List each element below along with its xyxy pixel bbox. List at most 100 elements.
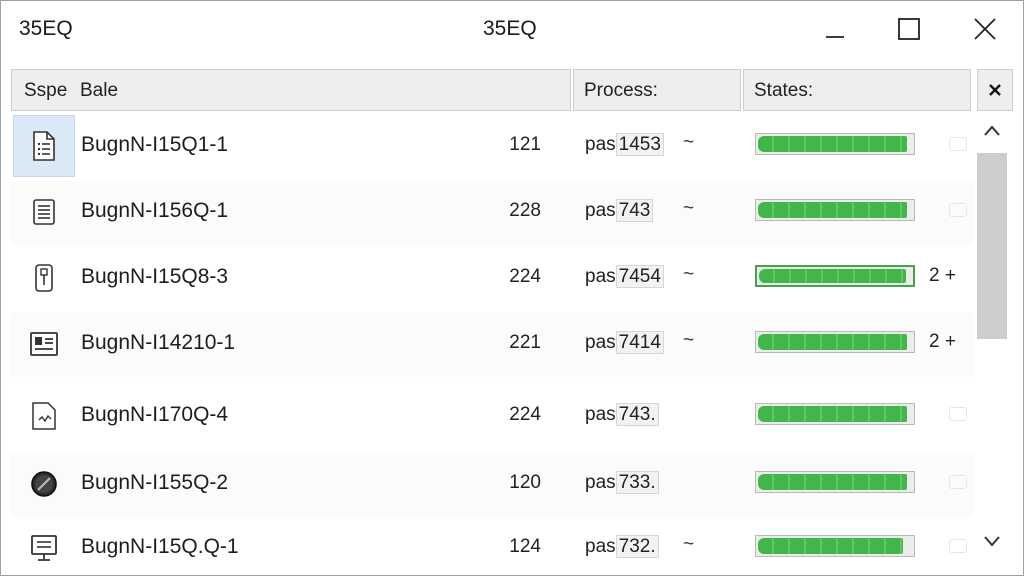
row-count: 228 (509, 200, 541, 221)
row-name: BugnN-I15Q8-3 (81, 265, 229, 288)
row-process-dropdown[interactable]: ~ (683, 330, 694, 352)
column-header-name[interactable]: Sspe Bale (11, 69, 571, 111)
center-title: 35EQ (483, 17, 537, 40)
app-window: 35EQ 35EQ Sspe Bale Process: States: Bug… (0, 0, 1024, 576)
list-row[interactable]: BugnN-I15Q8-3 224 pas 7454 ~ 2 + (11, 247, 973, 311)
list-row[interactable]: BugnN-I15Q.Q-1 124 pas 732. ~ (11, 517, 973, 575)
scroll-down-button[interactable] (975, 535, 1009, 559)
row-extra-count[interactable]: 2 + (929, 265, 956, 287)
progress-fill (758, 538, 903, 554)
row-process-dropdown[interactable]: ~ (683, 264, 694, 286)
monitor-app-icon (30, 332, 58, 356)
status-progress-bar (755, 331, 915, 353)
row-name: BugnN-I170Q-4 (81, 403, 229, 426)
row-process-value[interactable]: 1453 (615, 133, 664, 156)
row-icon-cell (13, 313, 75, 375)
status-progress-bar (755, 403, 915, 425)
row-process-value[interactable]: 7414 (615, 331, 664, 354)
row-process-prefix: pas (585, 266, 616, 287)
document-list-icon (33, 131, 55, 161)
title-bar[interactable]: 35EQ 35EQ (1, 1, 1023, 57)
row-process-dropdown[interactable]: ~ (683, 198, 694, 220)
row-count: 224 (509, 266, 541, 287)
row-process-value[interactable]: 732. (615, 535, 659, 558)
row-count: 224 (509, 404, 541, 425)
row-icon-cell (13, 247, 75, 309)
row-icon-cell (13, 115, 75, 177)
scrollbar-thumb[interactable] (977, 153, 1007, 339)
row-icon-cell (13, 181, 75, 243)
row-process-prefix: pas (585, 536, 616, 557)
column-header-states[interactable]: States: (743, 69, 971, 111)
scroll-up-button[interactable] (975, 123, 1009, 147)
row-name: BugnN-I15Q1-1 (81, 133, 229, 156)
list-header: Sspe Bale Process: States: (11, 69, 1015, 113)
minimize-icon (826, 36, 844, 38)
list-row[interactable]: BugnN-I156Q-1 228 pas 743 ~ (11, 181, 973, 245)
list-row[interactable]: BugnN-I155Q-2 120 pas 733. (11, 453, 973, 517)
document-lines-icon (33, 199, 55, 225)
row-icon-cell (13, 453, 75, 515)
column-header-type-label: Sspe (24, 80, 68, 101)
row-count: 124 (509, 536, 541, 557)
row-name: BugnN-I155Q-2 (81, 471, 229, 494)
row-name: BugnN-I15Q.Q-1 (81, 535, 239, 558)
row-name: BugnN-I156Q-1 (81, 199, 229, 222)
row-process: pas 7454 (585, 265, 664, 288)
row-count: 221 (509, 332, 541, 353)
row-count: 120 (509, 472, 541, 493)
disc-icon (31, 471, 57, 497)
progress-fill (758, 202, 908, 218)
chevron-down-icon (984, 536, 1000, 547)
progress-fill (758, 334, 908, 350)
header-close-button[interactable] (977, 69, 1013, 111)
row-extra-count[interactable]: 2 + (929, 331, 956, 353)
vertical-scrollbar[interactable] (975, 115, 1009, 573)
row-process-value[interactable]: 743 (615, 199, 654, 222)
row-process: pas 7414 (585, 331, 664, 354)
close-icon (989, 84, 1001, 96)
close-icon (974, 18, 996, 40)
comment-icon[interactable] (949, 203, 967, 217)
row-process-prefix: pas (585, 332, 616, 353)
comment-icon[interactable] (949, 539, 967, 553)
status-progress-bar (755, 133, 915, 155)
status-progress-bar (755, 199, 915, 221)
row-process: pas 732. (585, 535, 659, 558)
chevron-up-icon (984, 125, 1000, 136)
list-row[interactable]: BugnN-I14210-1 221 pas 7414 ~ 2 + (11, 313, 973, 377)
window-title: 35EQ (19, 17, 73, 40)
status-progress-bar (755, 471, 915, 493)
comment-icon[interactable] (949, 407, 967, 421)
row-process-prefix: pas (585, 200, 616, 221)
row-process: pas 743. (585, 403, 659, 426)
usb-drive-icon (35, 264, 53, 292)
maximize-button[interactable] (881, 7, 937, 51)
list-row[interactable]: BugnN-I15Q1-1 121 pas 1453 ~ (11, 115, 973, 179)
row-count: 121 (509, 134, 541, 155)
row-name: BugnN-I14210-1 (81, 331, 236, 354)
list-row[interactable]: BugnN-I170Q-4 224 pas 743. (11, 385, 973, 449)
row-process-value[interactable]: 743. (615, 403, 659, 426)
row-process-value[interactable]: 7454 (615, 265, 664, 288)
maximize-icon (898, 18, 920, 40)
row-process-dropdown[interactable]: ~ (683, 534, 694, 556)
status-progress-bar (755, 265, 915, 287)
comment-icon[interactable] (949, 475, 967, 489)
process-list: BugnN-I15Q1-1 121 pas 1453 ~ BugnN-I156Q-… (11, 115, 973, 575)
row-process-prefix: pas (585, 134, 616, 155)
computer-icon (31, 535, 57, 561)
column-header-name-label: Bale (80, 80, 119, 101)
row-process-value[interactable]: 733. (615, 471, 659, 494)
comment-icon[interactable] (949, 137, 967, 151)
progress-fill (759, 269, 907, 283)
status-progress-bar (755, 535, 915, 557)
row-process-prefix: pas (585, 472, 616, 493)
close-button[interactable] (957, 7, 1013, 51)
row-process-dropdown[interactable]: ~ (683, 132, 694, 154)
progress-fill (758, 136, 908, 152)
row-process: pas 743 (585, 199, 654, 222)
minimize-button[interactable] (807, 7, 863, 51)
row-process: pas 733. (585, 471, 659, 494)
column-header-process[interactable]: Process: (573, 69, 741, 111)
